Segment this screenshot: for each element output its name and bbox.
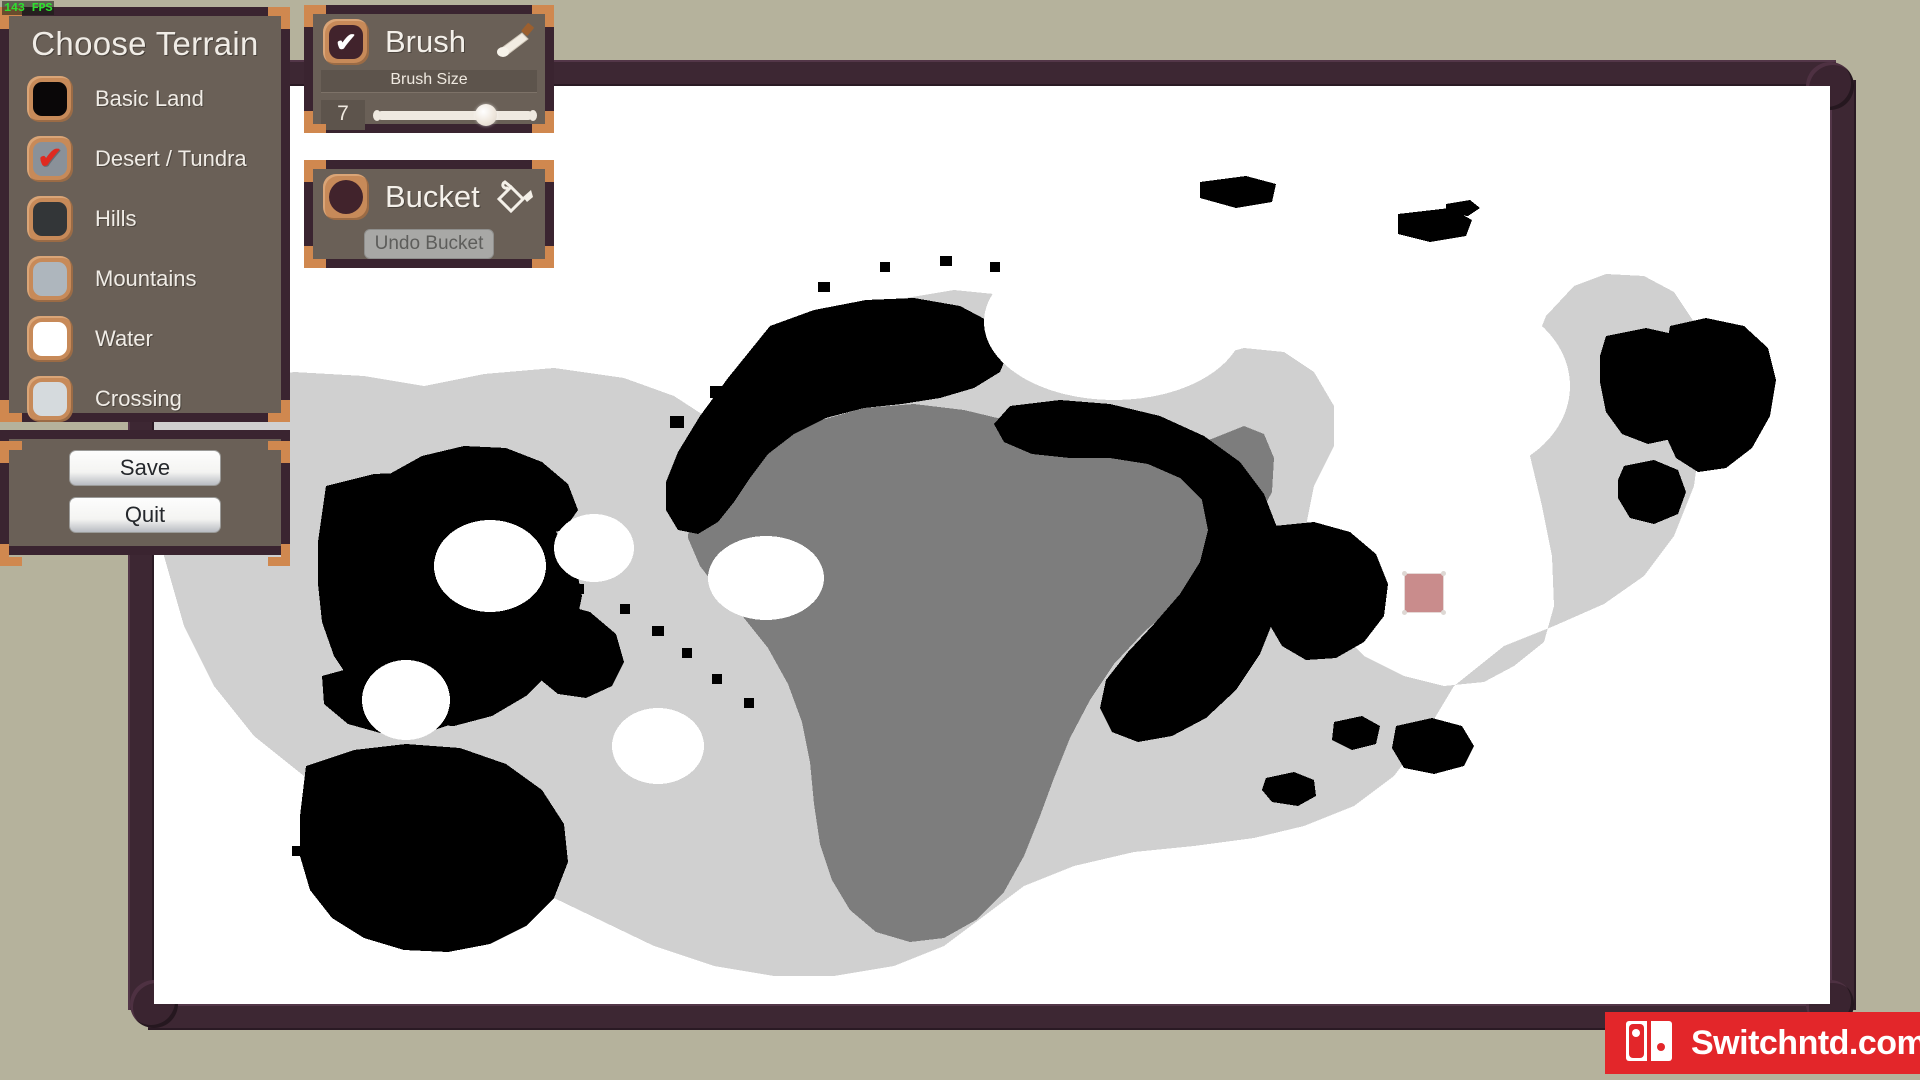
slider-cap-left xyxy=(373,109,381,121)
panel-corner-bl xyxy=(0,544,22,566)
terrain-label-water: Water xyxy=(95,326,153,351)
check-icon: ✔ xyxy=(335,27,357,57)
terrain-label-basic-land: Basic Land xyxy=(95,86,204,111)
terrain-list: Basic Land ✔ Desert / Tundra Hills Mount… xyxy=(9,69,281,429)
nintendo-switch-logo-icon xyxy=(1625,1019,1677,1068)
brush-tool-header: ✔ Brush xyxy=(313,14,545,70)
bucket-checkbox-inner xyxy=(329,180,363,214)
terrain-label-crossing: Crossing xyxy=(95,386,182,411)
terrain-item-basic-land[interactable]: Basic Land xyxy=(9,69,281,129)
terrain-swatch-crossing[interactable] xyxy=(27,376,73,422)
terrain-color-desert-tundra: ✔ xyxy=(33,142,67,176)
frame-bar-bottom xyxy=(148,1004,1836,1030)
brush-size-slider-handle[interactable] xyxy=(475,104,498,126)
terrain-swatch-basic-land[interactable] xyxy=(27,76,73,122)
terrain-item-mountains[interactable]: Mountains xyxy=(9,249,281,309)
terrain-color-hills xyxy=(33,202,67,236)
terrain-color-water xyxy=(33,322,67,356)
brush-enable-checkbox[interactable]: ✔ xyxy=(323,19,369,65)
terrain-swatch-water[interactable] xyxy=(27,316,73,362)
terrain-label-mountains: Mountains xyxy=(95,266,197,291)
frame-bar-right xyxy=(1830,80,1856,1010)
terrain-panel-title: Choose Terrain xyxy=(31,25,259,62)
bucket-enable-checkbox[interactable] xyxy=(323,174,369,220)
bucket-tool-panel: Bucket Undo Bucket xyxy=(304,160,554,268)
terrain-item-crossing[interactable]: Crossing xyxy=(9,369,281,429)
undo-bucket-button[interactable]: Undo Bucket xyxy=(364,229,494,259)
terrain-color-mountains xyxy=(33,262,67,296)
paintbrush-icon xyxy=(491,22,537,62)
terrain-item-hills[interactable]: Hills xyxy=(9,189,281,249)
terrain-check-desert-tundra: ✔ xyxy=(37,142,63,175)
panel-corner-bl xyxy=(304,246,326,268)
brush-title: Brush xyxy=(385,24,466,59)
brush-size-slider-row: 7 xyxy=(321,100,537,130)
bucket-title: Bucket xyxy=(385,179,480,214)
save-button[interactable]: Save xyxy=(69,450,221,486)
terrain-swatch-hills[interactable] xyxy=(27,196,73,242)
actions-panel: Save Quit xyxy=(0,430,290,566)
brush-size-value: 7 xyxy=(321,100,365,130)
bucket-tool-header: Bucket xyxy=(313,169,545,225)
slider-cap-right xyxy=(529,109,537,121)
terrain-item-water[interactable]: Water xyxy=(9,309,281,369)
terrain-item-desert-tundra[interactable]: ✔ Desert / Tundra xyxy=(9,129,281,189)
paint-bucket-icon xyxy=(491,177,537,217)
terrain-label-hills: Hills xyxy=(95,206,137,231)
brush-tool-panel: ✔ Brush Brush Size 7 xyxy=(304,5,554,133)
quit-button[interactable]: Quit xyxy=(69,497,221,533)
terrain-color-basic-land xyxy=(33,82,67,116)
brush-checkbox-inner: ✔ xyxy=(329,25,363,59)
panel-corner-br xyxy=(532,246,554,268)
terrain-panel: Choose Terrain Basic Land ✔ Desert / Tun… xyxy=(0,7,290,422)
terrain-swatch-mountains[interactable] xyxy=(27,256,73,302)
terrain-swatch-desert-tundra[interactable]: ✔ xyxy=(27,136,73,182)
terrain-color-crossing xyxy=(33,382,67,416)
panel-corner-tl xyxy=(0,441,22,463)
brush-size-label: Brush Size xyxy=(321,70,537,93)
watermark-banner: Switchntd.com xyxy=(1605,1012,1920,1074)
terrain-label-desert-tundra: Desert / Tundra xyxy=(95,146,247,171)
fps-counter: 143 FPS xyxy=(2,1,55,15)
panel-corner-tr xyxy=(268,441,290,463)
watermark-text: Switchntd.com xyxy=(1691,1023,1920,1062)
brush-size-slider[interactable] xyxy=(373,104,537,126)
